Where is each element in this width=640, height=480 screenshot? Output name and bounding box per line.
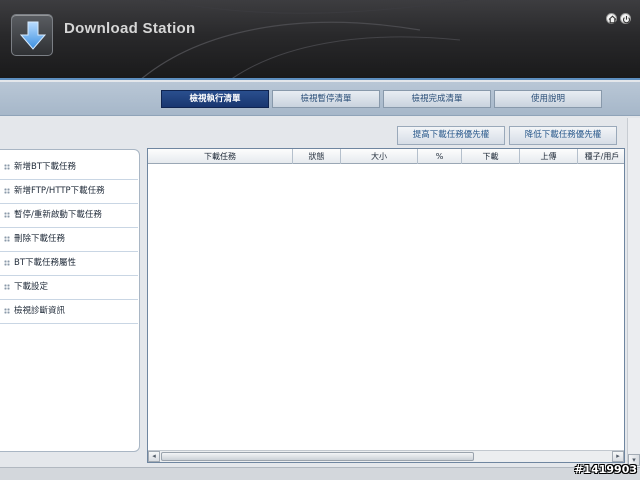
logout-icon[interactable] — [620, 13, 631, 24]
app-header: Download Station — [0, 0, 640, 80]
grip-icon — [4, 259, 10, 266]
grip-icon — [4, 283, 10, 290]
table-horizontal-scrollbar[interactable]: ◂ ▸ — [148, 450, 624, 462]
sidebar-item-pause-resume-task[interactable]: 暫停/重新啟動下載任務 — [0, 204, 138, 228]
sidebar-menu: 新增BT下載任務 新增FTP/HTTP下載任務 暫停/重新啟動下載任務 刪除下載… — [0, 149, 140, 452]
sidebar-item-label: 刪除下載任務 — [14, 234, 66, 244]
column-header-size[interactable]: 大小 — [341, 149, 418, 164]
column-header-task[interactable]: 下載任務 — [148, 149, 293, 164]
watermark-text: #1419903 — [574, 463, 637, 476]
grip-icon — [4, 235, 10, 242]
sidebar-item-label: BT下載任務屬性 — [14, 258, 77, 268]
tab-running-list[interactable]: 檢視執行清單 — [161, 90, 269, 108]
sidebar-item-add-ftp-http-task[interactable]: 新增FTP/HTTP下載任務 — [0, 180, 138, 204]
download-arrow-icon — [19, 21, 47, 50]
sidebar-item-delete-task[interactable]: 刪除下載任務 — [0, 228, 138, 252]
column-header-seeds-peers[interactable]: 種子/用戶 — [578, 149, 624, 164]
sidebar-item-label: 下載設定 — [14, 282, 49, 292]
tab-completed-list[interactable]: 檢視完成清單 — [383, 90, 491, 108]
page-vertical-scrollbar[interactable]: ▾ — [627, 118, 640, 467]
grip-icon — [4, 211, 10, 218]
download-station-logo — [11, 14, 53, 56]
tab-paused-list[interactable]: 檢視暫停清單 — [272, 90, 380, 108]
sidebar-item-view-diagnostics[interactable]: 檢視診斷資訊 — [0, 300, 138, 324]
sidebar-item-label: 暫停/重新啟動下載任務 — [14, 210, 102, 220]
sidebar-item-label: 新增FTP/HTTP下載任務 — [14, 186, 105, 196]
sidebar-item-label: 檢視診斷資訊 — [14, 306, 66, 316]
tab-bar: 檢視執行清單 檢視暫停清單 檢視完成清單 使用說明 — [0, 82, 640, 116]
app-title: Download Station — [64, 20, 196, 37]
scroll-left-arrow-icon[interactable]: ◂ — [148, 451, 160, 462]
table-header-row: 下載任務 狀態 大小 % 下載 上傳 種子/用戶 — [148, 149, 624, 164]
sidebar-item-add-bt-task[interactable]: 新增BT下載任務 — [0, 156, 138, 180]
sidebar-item-label: 新增BT下載任務 — [14, 162, 77, 172]
bottom-strip — [0, 467, 640, 480]
scroll-right-arrow-icon[interactable]: ▸ — [612, 451, 624, 462]
grip-icon — [4, 187, 10, 194]
header-swoosh-decoration — [141, 0, 471, 78]
scroll-thumb[interactable] — [161, 452, 474, 461]
home-icon[interactable] — [606, 13, 617, 24]
tab-help[interactable]: 使用說明 — [494, 90, 602, 108]
column-header-download[interactable]: 下載 — [462, 149, 520, 164]
column-header-upload[interactable]: 上傳 — [520, 149, 578, 164]
sidebar-item-bt-task-properties[interactable]: BT下載任務屬性 — [0, 252, 138, 276]
grip-icon — [4, 307, 10, 314]
lower-priority-button[interactable]: 降低下載任務優先權 — [509, 126, 617, 145]
task-table: 下載任務 狀態 大小 % 下載 上傳 種子/用戶 ◂ ▸ — [147, 148, 625, 463]
raise-priority-button[interactable]: 提高下載任務優先權 — [397, 126, 505, 145]
grip-icon — [4, 163, 10, 170]
column-header-status[interactable]: 狀態 — [293, 149, 341, 164]
sidebar-item-download-settings[interactable]: 下載設定 — [0, 276, 138, 300]
column-header-percent[interactable]: % — [418, 149, 462, 164]
